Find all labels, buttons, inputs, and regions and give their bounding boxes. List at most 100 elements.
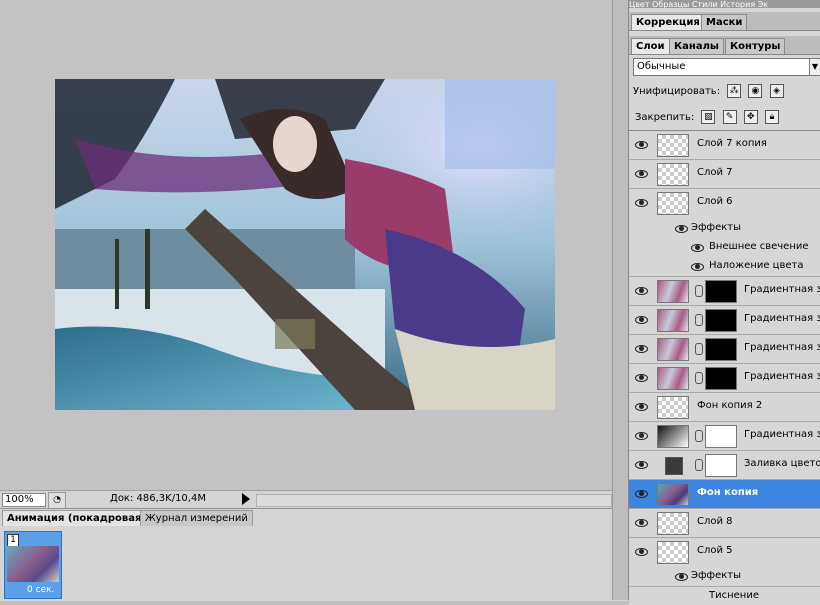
layer-mask[interactable] [705, 454, 737, 477]
tab-animation[interactable]: Анимация (покадровая) [2, 510, 151, 526]
layer-row[interactable]: Заливка цветом [629, 451, 820, 480]
visibility-eye-icon[interactable] [691, 242, 704, 252]
effect-row[interactable]: Наложение цвета [629, 257, 820, 277]
lock-transparency-icon[interactable]: ▧ [701, 110, 716, 124]
layer-row[interactable]: Градиентная зал [629, 364, 820, 393]
visibility-eye-icon[interactable] [635, 459, 648, 469]
link-icon[interactable] [695, 459, 703, 471]
document-image[interactable] [55, 79, 555, 410]
frame-time[interactable]: 0 сек. [27, 585, 54, 595]
visibility-eye-icon[interactable] [635, 372, 648, 382]
layer-thumbnail [665, 457, 683, 475]
tab-layers[interactable]: Слои [631, 38, 670, 54]
chevron-down-icon[interactable]: ▼ [809, 59, 820, 75]
layer-name: Слой 7 [697, 167, 733, 178]
layer-name: Фон копия 2 [697, 400, 763, 411]
layer-name: Градиентная зал [744, 313, 820, 324]
layer-thumbnail [657, 280, 689, 303]
layer-mask[interactable] [705, 280, 737, 303]
layer-row-selected[interactable]: Фон копия [629, 480, 820, 509]
link-icon[interactable] [695, 430, 703, 442]
effect-name: Наложение цвета [709, 260, 804, 271]
visibility-eye-icon[interactable] [635, 430, 648, 440]
layer-mask[interactable] [705, 309, 737, 332]
zoom-input[interactable]: 100% [2, 493, 46, 507]
layer-row[interactable]: Фон копия 2 [629, 393, 820, 422]
tab-paths[interactable]: Контуры [725, 38, 786, 54]
visibility-eye-icon[interactable] [635, 517, 648, 527]
layer-name: Заливка цветом [744, 458, 820, 469]
lock-pixels-icon[interactable]: ✎ [722, 110, 737, 124]
effect-name: Внешнее свечение [709, 241, 809, 252]
layer-name: Слой 5 [697, 545, 733, 556]
visibility-eye-icon[interactable] [635, 139, 648, 149]
tab-measurement-log[interactable]: Журнал измерений [140, 510, 253, 526]
visibility-eye-icon[interactable] [675, 571, 688, 581]
layer-thumbnail [657, 338, 689, 361]
canvas-area[interactable] [0, 0, 612, 490]
unify-row: Унифицировать: ⁂ ◉ ◈ [633, 84, 784, 98]
unify-visibility-icon[interactable]: ◉ [748, 84, 763, 98]
tab-channels[interactable]: Каналы [669, 38, 724, 54]
layer-row[interactable]: Слой 5 [629, 538, 820, 566]
visibility-eye-icon[interactable] [691, 261, 704, 271]
layer-row[interactable]: Градиентная зал [629, 335, 820, 364]
layer-row[interactable]: Градиентная зал [629, 306, 820, 335]
status-menu-arrow-icon[interactable] [242, 493, 250, 505]
tab-masks[interactable]: Маски [701, 14, 748, 30]
unify-position-icon[interactable]: ⁂ [727, 84, 742, 98]
link-icon[interactable] [695, 285, 703, 297]
unify-style-icon[interactable]: ◈ [769, 84, 784, 98]
visibility-eye-icon[interactable] [635, 285, 648, 295]
horizontal-scrollbar[interactable] [256, 494, 612, 507]
visibility-eye-icon[interactable] [635, 343, 648, 353]
layer-row[interactable]: Градиентная зал [629, 422, 820, 451]
visibility-eye-icon[interactable] [675, 223, 688, 233]
lock-all-icon[interactable]: 🔒︎ [764, 110, 779, 124]
effects-label: Эффекты [691, 570, 741, 581]
blend-mode-select[interactable]: Обычные ▼ [633, 58, 820, 76]
layer-mask[interactable] [705, 338, 737, 361]
layer-name: Фон копия [697, 487, 759, 498]
layer-row[interactable]: Слой 6 [629, 189, 820, 217]
visibility-eye-icon[interactable] [635, 488, 648, 498]
status-menu-icon[interactable]: ◔ [48, 492, 66, 509]
visibility-eye-icon[interactable] [635, 314, 648, 324]
layer-mask[interactable] [705, 425, 737, 448]
layer-row[interactable]: Слой 7 [629, 160, 820, 189]
layer-name: Градиентная зал [744, 284, 820, 295]
lock-position-icon[interactable]: ✥ [743, 110, 758, 124]
tab-correction[interactable]: Коррекция [631, 14, 705, 30]
blend-mode-value: Обычные [637, 61, 686, 72]
top-panel-tabs[interactable]: Цвет Образцы Стили История Эк [629, 0, 820, 8]
layer-thumbnail [657, 483, 689, 506]
effect-row[interactable]: Тиснение [629, 586, 820, 605]
layer-name: Слой 6 [697, 196, 733, 207]
visibility-eye-icon[interactable] [635, 401, 648, 411]
layer-thumbnail [657, 541, 689, 564]
visibility-eye-icon[interactable] [635, 546, 648, 556]
link-icon[interactable] [695, 372, 703, 384]
effects-row[interactable]: Эффекты [629, 219, 820, 237]
layer-thumbnail [657, 367, 689, 390]
effect-name: Тиснение [709, 590, 759, 601]
visibility-eye-icon[interactable] [635, 197, 648, 207]
layer-row[interactable]: Слой 8 [629, 509, 820, 538]
layer-name: Градиентная зал [744, 371, 820, 382]
link-icon[interactable] [695, 343, 703, 355]
correction-tabbar: Коррекция Маски [629, 12, 820, 31]
visibility-eye-icon[interactable] [635, 168, 648, 178]
lock-row: Закрепить: ▧ ✎ ✥ 🔒︎ [635, 110, 779, 124]
doc-info: Док: 486,3K/10,4M [110, 493, 206, 504]
animation-frame[interactable]: 1 0 сек. [4, 531, 62, 599]
layer-row[interactable]: Градиентная зал [629, 277, 820, 306]
layer-mask[interactable] [705, 367, 737, 390]
layer-row[interactable]: Слой 7 копия [629, 131, 820, 160]
image-artwork [55, 79, 555, 410]
link-icon[interactable] [695, 314, 703, 326]
unify-label: Унифицировать: [633, 86, 721, 97]
effect-row[interactable]: Внешнее свечение [629, 238, 820, 256]
animation-panel: Анимация (покадровая) Журнал измерений ▾… [0, 508, 628, 601]
effects-row[interactable]: Эффекты [629, 567, 820, 585]
lock-label: Закрепить: [635, 112, 695, 123]
